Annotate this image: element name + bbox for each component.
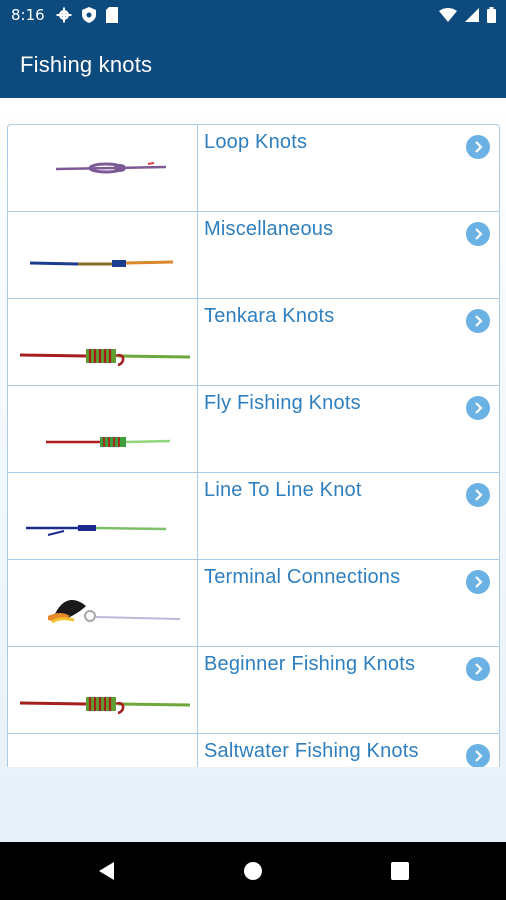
status-time: 8:16 <box>11 6 45 24</box>
category-row-loop-knots[interactable]: Loop Knots <box>7 124 500 211</box>
saltwater-knot-thumbnail <box>8 734 198 767</box>
tenkara-knot-thumbnail <box>8 299 198 385</box>
app-bar: Fishing knots <box>0 32 506 98</box>
beginner-knot-thumbnail <box>8 647 198 733</box>
line-knot-thumbnail <box>8 473 198 559</box>
content-area: Loop Knots Miscellaneous Tenkara Knots F… <box>0 98 506 842</box>
category-row-tenkara-knots[interactable]: Tenkara Knots <box>7 298 500 385</box>
category-label: Tenkara Knots <box>204 305 335 327</box>
category-row-saltwater-fishing-knots[interactable]: Saltwater Fishing Knots <box>7 733 500 767</box>
signal-icon <box>465 8 479 22</box>
back-icon[interactable] <box>96 861 116 881</box>
chevron-right-icon[interactable] <box>466 135 490 159</box>
category-label: Saltwater Fishing Knots <box>204 740 419 762</box>
chevron-right-icon[interactable] <box>466 309 490 333</box>
page-title: Fishing knots <box>20 52 153 77</box>
home-icon[interactable] <box>243 861 263 881</box>
chevron-right-icon[interactable] <box>466 744 490 767</box>
category-label: Loop Knots <box>204 131 308 153</box>
category-row-line-to-line-knot[interactable]: Line To Line Knot <box>7 472 500 559</box>
chevron-right-icon[interactable] <box>466 396 490 420</box>
category-label: Fly Fishing Knots <box>204 392 361 414</box>
shield-icon <box>82 7 96 23</box>
sd-card-icon <box>106 7 118 23</box>
category-label: Beginner Fishing Knots <box>204 653 416 675</box>
misc-knot-thumbnail <box>8 212 198 298</box>
loop-knot-thumbnail <box>8 125 198 211</box>
battery-icon <box>487 7 496 23</box>
wifi-icon <box>439 8 457 22</box>
category-label: Line To Line Knot <box>204 479 362 501</box>
navigation-bar <box>0 842 506 900</box>
recents-icon[interactable] <box>390 861 410 881</box>
category-row-fly-fishing-knots[interactable]: Fly Fishing Knots <box>7 385 500 472</box>
category-row-terminal-connections[interactable]: Terminal Connections <box>7 559 500 646</box>
chevron-right-icon[interactable] <box>466 657 490 681</box>
settings-icon <box>56 7 72 23</box>
fly-knot-thumbnail <box>8 386 198 472</box>
category-label: Miscellaneous <box>204 218 334 240</box>
category-row-miscellaneous[interactable]: Miscellaneous <box>7 211 500 298</box>
category-row-beginner-fishing-knots[interactable]: Beginner Fishing Knots <box>7 646 500 733</box>
chevron-right-icon[interactable] <box>466 570 490 594</box>
chevron-right-icon[interactable] <box>466 222 490 246</box>
chevron-right-icon[interactable] <box>466 483 490 507</box>
category-label: Terminal Connections <box>204 566 401 588</box>
fly-lure-thumbnail <box>8 560 198 646</box>
status-bar: 8:16 <box>0 0 506 32</box>
category-list: Loop Knots Miscellaneous Tenkara Knots F… <box>7 124 500 767</box>
